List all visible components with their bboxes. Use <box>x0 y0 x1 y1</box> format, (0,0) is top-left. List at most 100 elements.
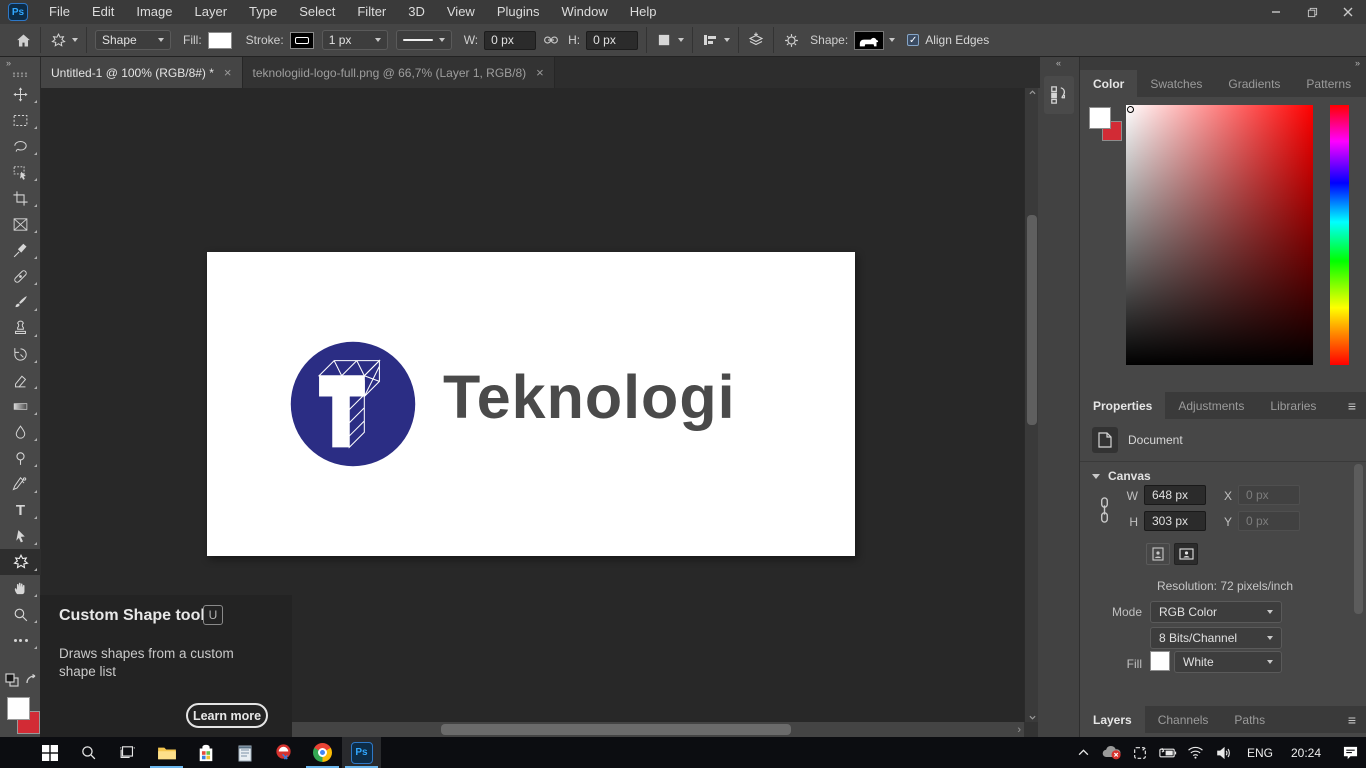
microsoft-store-icon[interactable] <box>186 737 225 768</box>
task-view-icon[interactable] <box>108 737 147 768</box>
menu-type[interactable]: Type <box>238 0 288 24</box>
wifi-icon[interactable] <box>1184 737 1208 768</box>
close-tab-icon[interactable]: × <box>536 65 544 80</box>
properties-scrollbar[interactable] <box>1354 464 1363 700</box>
canvas-fill-swatch[interactable] <box>1150 651 1170 671</box>
orientation-portrait-button[interactable] <box>1146 543 1170 565</box>
document-tab-untitled[interactable]: Untitled-1 @ 100% (RGB/8#) * × <box>41 57 243 88</box>
zoom-tool[interactable] <box>0 601 41 627</box>
horizontal-scroll-thumb[interactable] <box>441 724 791 735</box>
history-brush-tool[interactable] <box>0 341 41 367</box>
menu-file[interactable]: File <box>38 0 81 24</box>
canvas-x-input[interactable]: 0 px <box>1238 485 1300 505</box>
menu-image[interactable]: Image <box>125 0 183 24</box>
collapse-toolbar-icon[interactable]: » <box>0 57 40 70</box>
shape-height-input[interactable]: 0 px <box>586 31 638 50</box>
color-mode-select[interactable]: RGB Color <box>1150 601 1282 623</box>
collapsed-panel-button[interactable] <box>1044 76 1074 114</box>
menu-plugins[interactable]: Plugins <box>486 0 551 24</box>
foreground-color-swatch-small[interactable] <box>1089 107 1111 129</box>
eraser-tool[interactable] <box>0 367 41 393</box>
eyedropper-tool[interactable] <box>0 237 41 263</box>
align-edges-checkbox[interactable]: ✓ <box>907 34 919 46</box>
canvas-width-input[interactable]: 648 px <box>1144 485 1206 505</box>
photoshop-taskbar-icon[interactable]: Ps <box>342 737 381 768</box>
tab-gradients[interactable]: Gradients <box>1215 70 1293 97</box>
menu-select[interactable]: Select <box>288 0 346 24</box>
panel-menu-icon[interactable]: ≡ <box>1338 392 1366 419</box>
toolbar-grip[interactable] <box>12 72 28 77</box>
chrome-icon[interactable] <box>303 737 342 768</box>
stroke-style-select[interactable] <box>396 30 452 50</box>
gradient-tool[interactable] <box>0 393 41 419</box>
clock[interactable]: 20:24 <box>1284 746 1328 760</box>
chevron-down-icon[interactable] <box>724 38 730 42</box>
tab-patterns[interactable]: Patterns <box>1293 70 1364 97</box>
home-icon[interactable] <box>14 31 32 49</box>
saturation-brightness-field[interactable] <box>1126 105 1313 365</box>
properties-scroll-thumb[interactable] <box>1354 464 1363 614</box>
bit-depth-select[interactable]: 8 Bits/Channel <box>1150 627 1282 649</box>
custom-shape-tool[interactable] <box>0 549 41 575</box>
tray-expand-icon[interactable] <box>1072 737 1096 768</box>
tab-layers[interactable]: Layers <box>1080 706 1145 733</box>
path-selection-tool[interactable] <box>0 523 41 549</box>
frame-tool[interactable] <box>0 211 41 237</box>
edit-toolbar-button[interactable] <box>0 627 41 653</box>
type-tool[interactable]: T <box>0 497 41 523</box>
fill-swatch[interactable] <box>208 32 232 49</box>
chevron-down-icon[interactable] <box>678 38 684 42</box>
volume-icon[interactable] <box>1212 737 1236 768</box>
tab-channels[interactable]: Channels <box>1145 706 1222 733</box>
onedrive-error-icon[interactable] <box>1100 737 1124 768</box>
menu-filter[interactable]: Filter <box>346 0 397 24</box>
scroll-down-icon[interactable] <box>1029 715 1036 720</box>
close-button[interactable] <box>1330 0 1366 24</box>
lasso-tool[interactable] <box>0 133 41 159</box>
dodge-tool[interactable] <box>0 445 41 471</box>
gear-icon[interactable] <box>782 31 800 49</box>
media-app-icon[interactable] <box>264 737 303 768</box>
vertical-scrollbar[interactable] <box>1024 88 1038 722</box>
default-colors-icon[interactable] <box>5 673 19 687</box>
menu-window[interactable]: Window <box>550 0 618 24</box>
link-dimensions-icon[interactable] <box>542 31 560 49</box>
tablet-mode-icon[interactable] <box>1128 737 1152 768</box>
learn-more-button[interactable]: Learn more <box>186 703 268 728</box>
blur-tool[interactable] <box>0 419 41 445</box>
link-wh-icon[interactable] <box>1098 497 1111 523</box>
shape-width-input[interactable]: 0 px <box>484 31 536 50</box>
restore-button[interactable] <box>1294 0 1330 24</box>
notepad-icon[interactable] <box>225 737 264 768</box>
menu-edit[interactable]: Edit <box>81 0 125 24</box>
clone-stamp-tool[interactable] <box>0 315 41 341</box>
menu-help[interactable]: Help <box>619 0 668 24</box>
rectangular-marquee-tool[interactable] <box>0 107 41 133</box>
document-tab-teknologi-logo[interactable]: teknologiid-logo-full.png @ 66,7% (Layer… <box>243 57 555 88</box>
vertical-scroll-thumb[interactable] <box>1027 215 1037 425</box>
tab-swatches[interactable]: Swatches <box>1137 70 1215 97</box>
orientation-landscape-button[interactable] <box>1174 543 1198 565</box>
custom-shape-tool-preset-icon[interactable] <box>49 31 67 49</box>
move-tool[interactable] <box>0 81 41 107</box>
chevron-down-icon[interactable] <box>889 38 895 42</box>
menu-3d[interactable]: 3D <box>397 0 436 24</box>
shape-preset-preview[interactable] <box>854 31 884 50</box>
collapse-dock-icon[interactable]: « <box>1038 57 1079 70</box>
path-arrangement-icon[interactable] <box>747 31 765 49</box>
canvas-height-input[interactable]: 303 px <box>1144 511 1206 531</box>
taskbar-search-icon[interactable] <box>69 737 108 768</box>
tab-properties[interactable]: Properties <box>1080 392 1165 419</box>
swap-colors-icon[interactable] <box>24 673 38 687</box>
object-selection-tool[interactable] <box>0 159 41 185</box>
panel-menu-icon[interactable]: ≡ <box>1338 706 1366 733</box>
hand-tool[interactable] <box>0 575 41 601</box>
canvas-fill-select[interactable]: White <box>1174 651 1282 673</box>
tool-mode-select[interactable]: Shape <box>95 30 171 50</box>
tab-paths[interactable]: Paths <box>1221 706 1278 733</box>
stroke-swatch[interactable] <box>290 32 314 49</box>
language-indicator[interactable]: ENG <box>1240 746 1280 760</box>
collapse-panels-icon[interactable]: » <box>1080 57 1366 70</box>
path-operations-icon[interactable] <box>655 31 673 49</box>
file-explorer-icon[interactable] <box>147 737 186 768</box>
